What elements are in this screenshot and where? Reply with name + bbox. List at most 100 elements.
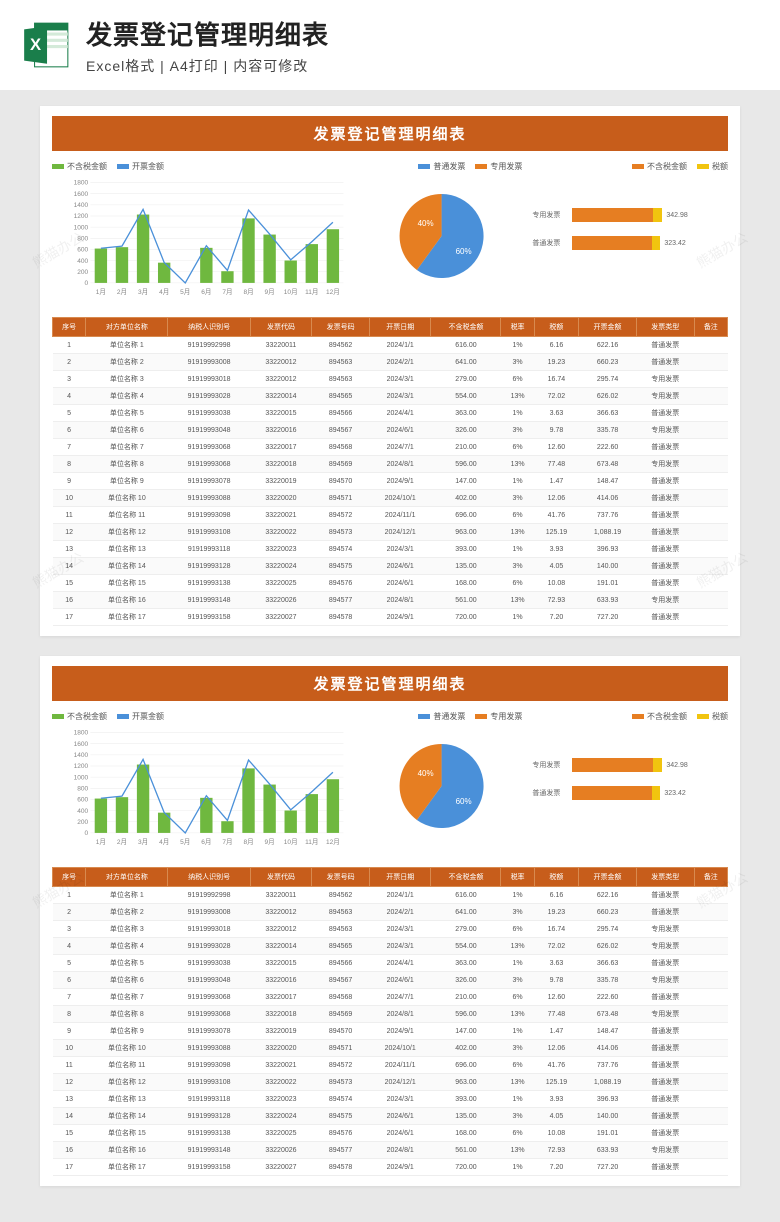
page-title: 发票登记管理明细表 <box>86 15 760 52</box>
svg-text:1400: 1400 <box>74 202 89 209</box>
svg-text:400: 400 <box>77 258 88 265</box>
table-row: 3单位名称 391919993018332200128945632024/3/1… <box>53 921 728 938</box>
table-row: 8单位名称 891919993068332200188945692024/8/1… <box>53 1006 728 1023</box>
svg-text:60%: 60% <box>456 797 472 806</box>
excel-icon: X <box>20 19 72 71</box>
table-row: 7单位名称 791919993068332200178945682024/7/1… <box>53 439 728 456</box>
svg-text:800: 800 <box>77 235 88 242</box>
svg-text:X: X <box>30 35 41 54</box>
col-header: 开票金额 <box>579 868 637 887</box>
svg-text:2月: 2月 <box>117 288 127 296</box>
table-row: 14单位名称 1491919993128332200248945752024/6… <box>53 1108 728 1125</box>
table-row: 8单位名称 891919993068332200188945692024/8/1… <box>53 456 728 473</box>
col-header: 税率 <box>501 868 534 887</box>
svg-text:4月: 4月 <box>159 288 169 296</box>
table-row: 17单位名称 1791919993158332200278945782024/9… <box>53 1159 728 1176</box>
bar-line-chart: 0200400600800100012001400160018001月2月3月4… <box>52 726 351 846</box>
hbar-chart: 专用发票342.98 普通发票323.42 <box>532 726 728 802</box>
svg-text:1400: 1400 <box>74 752 89 759</box>
svg-text:10月: 10月 <box>284 288 298 296</box>
page-header: X 发票登记管理明细表 Excel格式 | A4打印 | 内容可修改 <box>0 0 780 90</box>
col-header: 不含税金额 <box>431 868 501 887</box>
canvas: 发票登记管理明细表 不含税金额开票金额 02004006008001000120… <box>0 90 780 1222</box>
sheet-2: 发票登记管理明细表 不含税金额开票金额 02004006008001000120… <box>40 656 740 1186</box>
svg-text:12月: 12月 <box>326 838 340 846</box>
svg-text:1月: 1月 <box>96 288 106 296</box>
col-header: 发票代码 <box>250 318 312 337</box>
svg-text:200: 200 <box>77 819 88 826</box>
svg-text:0: 0 <box>85 830 89 837</box>
svg-text:5月: 5月 <box>180 838 190 846</box>
col-header: 纳税人识别号 <box>168 318 250 337</box>
table-row: 5单位名称 591919993038332200158945662024/4/1… <box>53 955 728 972</box>
table-row: 15单位名称 1591919993138332200258945762024/6… <box>53 575 728 592</box>
sheet-title: 发票登记管理明细表 <box>52 116 728 151</box>
table-row: 4单位名称 491919993028332200148945652024/3/1… <box>53 388 728 405</box>
col-header: 发票号码 <box>312 868 370 887</box>
table-row: 11单位名称 1191919993098332200218945722024/1… <box>53 507 728 524</box>
table-row: 5单位名称 591919993038332200158945662024/4/1… <box>53 405 728 422</box>
pie-chart: 60% 40% <box>361 726 522 846</box>
svg-text:1000: 1000 <box>74 774 89 781</box>
col-header: 税额 <box>534 868 578 887</box>
svg-text:1月: 1月 <box>96 838 106 846</box>
hbar-chart: 专用发票342.98 普通发票323.42 <box>532 176 728 252</box>
svg-text:10月: 10月 <box>284 838 298 846</box>
table-row: 12单位名称 1291919993108332200228945732024/1… <box>53 1074 728 1091</box>
col-header: 发票代码 <box>250 868 312 887</box>
svg-text:400: 400 <box>77 808 88 815</box>
svg-text:600: 600 <box>77 797 88 804</box>
table-row: 2单位名称 291919993008332200128945632024/2/1… <box>53 904 728 921</box>
svg-text:11月: 11月 <box>305 288 318 296</box>
svg-text:40%: 40% <box>418 769 434 778</box>
col-header: 不含税金额 <box>431 318 501 337</box>
svg-text:9月: 9月 <box>265 288 275 296</box>
table-row: 1单位名称 191919992998332200118945622024/1/1… <box>53 337 728 354</box>
col-header: 对方单位名称 <box>86 868 168 887</box>
svg-text:9月: 9月 <box>265 838 275 846</box>
svg-text:1800: 1800 <box>74 180 89 187</box>
bar-line-chart: 0200400600800100012001400160018001月2月3月4… <box>52 176 351 296</box>
col-header: 序号 <box>53 318 86 337</box>
col-header: 对方单位名称 <box>86 318 168 337</box>
col-header: 发票类型 <box>636 318 694 337</box>
svg-text:60%: 60% <box>456 247 472 256</box>
table-row: 15单位名称 1591919993138332200258945762024/6… <box>53 1125 728 1142</box>
svg-text:12月: 12月 <box>326 288 340 296</box>
svg-text:1800: 1800 <box>74 730 89 737</box>
table-row: 13单位名称 1391919993118332200238945742024/3… <box>53 541 728 558</box>
svg-text:600: 600 <box>77 247 88 254</box>
col-header: 开票日期 <box>369 318 431 337</box>
table-row: 10单位名称 1091919993088332200208945712024/1… <box>53 1040 728 1057</box>
svg-text:7月: 7月 <box>222 838 232 846</box>
col-header: 开票金额 <box>579 318 637 337</box>
svg-text:3月: 3月 <box>138 838 148 846</box>
svg-text:1000: 1000 <box>74 224 89 231</box>
svg-text:6月: 6月 <box>201 838 211 846</box>
svg-text:800: 800 <box>77 785 88 792</box>
data-table: 序号对方单位名称纳税人识别号发票代码发票号码开票日期不含税金额税率税额开票金额发… <box>52 867 728 1176</box>
svg-text:3月: 3月 <box>138 288 148 296</box>
svg-text:6月: 6月 <box>201 288 211 296</box>
svg-text:200: 200 <box>77 269 88 276</box>
table-row: 4单位名称 491919993028332200148945652024/3/1… <box>53 938 728 955</box>
table-row: 3单位名称 391919993018332200128945632024/3/1… <box>53 371 728 388</box>
data-table: 序号对方单位名称纳税人识别号发票代码发票号码开票日期不含税金额税率税额开票金额发… <box>52 317 728 626</box>
sheet-title: 发票登记管理明细表 <box>52 666 728 701</box>
col-header: 税率 <box>501 318 534 337</box>
svg-text:2月: 2月 <box>117 838 127 846</box>
table-row: 7单位名称 791919993068332200178945682024/7/1… <box>53 989 728 1006</box>
table-row: 14单位名称 1491919993128332200248945752024/6… <box>53 558 728 575</box>
col-header: 发票号码 <box>312 318 370 337</box>
col-header: 开票日期 <box>369 868 431 887</box>
sheet-1: 发票登记管理明细表 不含税金额开票金额 02004006008001000120… <box>40 106 740 636</box>
col-header: 备注 <box>694 868 727 887</box>
svg-text:8月: 8月 <box>243 838 253 846</box>
table-row: 9单位名称 991919993078332200198945702024/9/1… <box>53 1023 728 1040</box>
table-row: 13单位名称 1391919993118332200238945742024/3… <box>53 1091 728 1108</box>
table-row: 1单位名称 191919992998332200118945622024/1/1… <box>53 887 728 904</box>
table-row: 12单位名称 1291919993108332200228945732024/1… <box>53 524 728 541</box>
svg-text:1600: 1600 <box>74 741 89 748</box>
page-subtitle: Excel格式 | A4打印 | 内容可修改 <box>86 56 760 76</box>
table-row: 9单位名称 991919993078332200198945702024/9/1… <box>53 473 728 490</box>
